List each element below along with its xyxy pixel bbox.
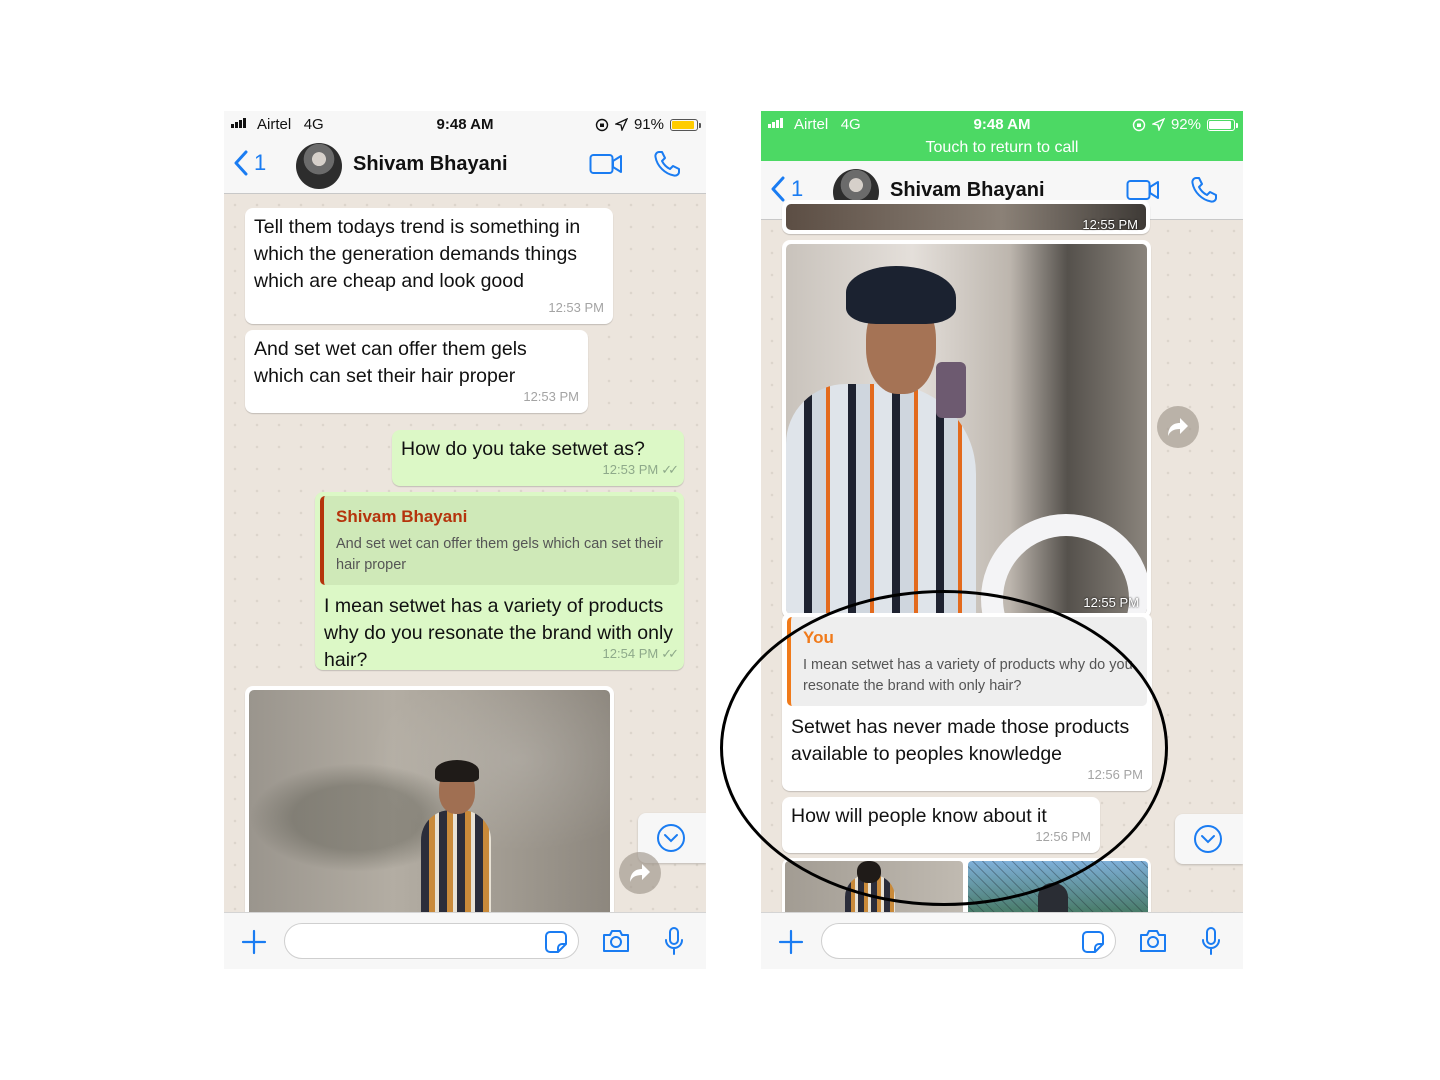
message-time: 12:53 PM xyxy=(602,462,659,477)
message-bubble-outgoing[interactable]: Shivam Bhayani And set wet can offer the… xyxy=(315,492,684,671)
read-receipt-icon: ✓✓ xyxy=(661,646,679,661)
quoted-message[interactable]: Shivam Bhayani And set wet can offer the… xyxy=(320,496,679,585)
battery-icon xyxy=(1207,118,1238,131)
camera-icon[interactable] xyxy=(601,928,631,954)
microphone-icon[interactable] xyxy=(664,926,684,956)
message-list[interactable]: 12:55 PM 12:55 PM You I mean setwet has … xyxy=(761,200,1243,928)
message-text: And set wet can offer them gels which ca… xyxy=(254,338,527,387)
phone-call-icon[interactable] xyxy=(1189,175,1219,205)
message-time: 12:54 PM xyxy=(602,646,659,661)
location-icon xyxy=(1151,118,1165,131)
quote-author: You xyxy=(803,628,834,647)
chevron-left-icon xyxy=(771,176,785,202)
back-button[interactable]: 1 xyxy=(771,176,803,202)
read-receipt-icon: ✓✓ xyxy=(661,462,679,477)
image-time: 12:55 PM xyxy=(1083,595,1139,610)
sticker-icon[interactable] xyxy=(544,930,568,954)
battery-percent: 92% xyxy=(1170,116,1201,133)
message-bubble[interactable]: And set wet can offer them gels which ca… xyxy=(245,330,588,413)
plus-icon[interactable] xyxy=(241,929,267,955)
video-call-icon[interactable] xyxy=(589,153,623,175)
forward-button[interactable] xyxy=(619,852,661,894)
photo-image xyxy=(786,244,1147,614)
forward-icon xyxy=(630,864,650,882)
message-time: 12:53 PM xyxy=(548,300,604,315)
message-text: Tell them todays trend is something in w… xyxy=(254,216,581,292)
quote-text: I mean setwet has a variety of products … xyxy=(803,657,1133,694)
message-input[interactable] xyxy=(821,923,1116,959)
chat-screen-right: Airtel 4G 9:48 AM 92% Touch to return to… xyxy=(761,111,1243,969)
scroll-to-bottom-button[interactable] xyxy=(1175,814,1243,864)
message-bubble-outgoing[interactable]: How do you take setwet as? 12:53 PM ✓✓ xyxy=(392,430,684,486)
message-text: Setwet has never made those products ava… xyxy=(791,716,1130,765)
status-bar: Airtel 4G 9:48 AM 91% xyxy=(224,111,706,137)
battery-percent: 91% xyxy=(633,116,664,133)
quoted-message[interactable]: You I mean setwet has a variety of produ… xyxy=(787,617,1147,706)
phone-call-icon[interactable] xyxy=(652,149,682,179)
battery-icon xyxy=(670,118,701,131)
forward-icon xyxy=(1168,418,1188,436)
message-input-bar xyxy=(761,912,1243,969)
contact-name[interactable]: Shivam Bhayani xyxy=(890,179,1045,202)
message-time: 12:56 PM xyxy=(1035,829,1091,844)
message-bubble[interactable]: Tell them todays trend is something in w… xyxy=(245,208,613,324)
forward-button[interactable] xyxy=(1157,406,1199,448)
message-bubble[interactable]: How will people know about it 12:56 PM xyxy=(782,797,1100,853)
plus-icon[interactable] xyxy=(778,929,804,955)
sticker-icon[interactable] xyxy=(1081,930,1105,954)
chat-header: 1 Shivam Bhayani xyxy=(224,137,706,194)
chat-screen-left: Airtel 4G 9:48 AM 91% 1 Shivam Bhayani T… xyxy=(224,111,706,969)
image-message[interactable]: 12:55 PM xyxy=(782,240,1151,618)
chevron-left-icon xyxy=(234,150,248,176)
image-message[interactable] xyxy=(245,686,614,926)
back-button[interactable]: 1 xyxy=(234,150,266,176)
rotation-lock-icon xyxy=(1132,118,1146,131)
unread-count: 1 xyxy=(254,150,267,175)
image-message[interactable]: 12:55 PM xyxy=(782,200,1150,234)
message-list[interactable]: Tell them todays trend is something in w… xyxy=(224,194,706,926)
location-icon xyxy=(614,118,628,131)
status-bar: Airtel 4G 9:48 AM 92% xyxy=(761,111,1243,137)
unread-count: 1 xyxy=(791,176,804,201)
camera-icon[interactable] xyxy=(1138,928,1168,954)
message-text: How will people know about it xyxy=(791,805,1047,827)
message-time: 12:56 PM xyxy=(1087,767,1143,782)
message-bubble[interactable]: You I mean setwet has a variety of produ… xyxy=(782,613,1152,791)
microphone-icon[interactable] xyxy=(1201,926,1221,956)
contact-name[interactable]: Shivam Bhayani xyxy=(353,153,508,176)
return-to-call-banner[interactable]: Touch to return to call xyxy=(761,137,1243,161)
chevron-down-icon xyxy=(657,824,685,852)
message-time: 12:53 PM xyxy=(523,389,579,404)
quote-author: Shivam Bhayani xyxy=(336,507,468,526)
message-input[interactable] xyxy=(284,923,579,959)
avatar[interactable] xyxy=(296,143,342,189)
quote-text: And set wet can offer them gels which ca… xyxy=(336,536,663,573)
photo-image xyxy=(249,690,610,922)
rotation-lock-icon xyxy=(595,118,609,131)
image-time: 12:55 PM xyxy=(1082,217,1138,232)
video-call-icon[interactable] xyxy=(1126,179,1160,201)
message-input-bar xyxy=(224,912,706,969)
chevron-down-icon xyxy=(1194,825,1222,853)
